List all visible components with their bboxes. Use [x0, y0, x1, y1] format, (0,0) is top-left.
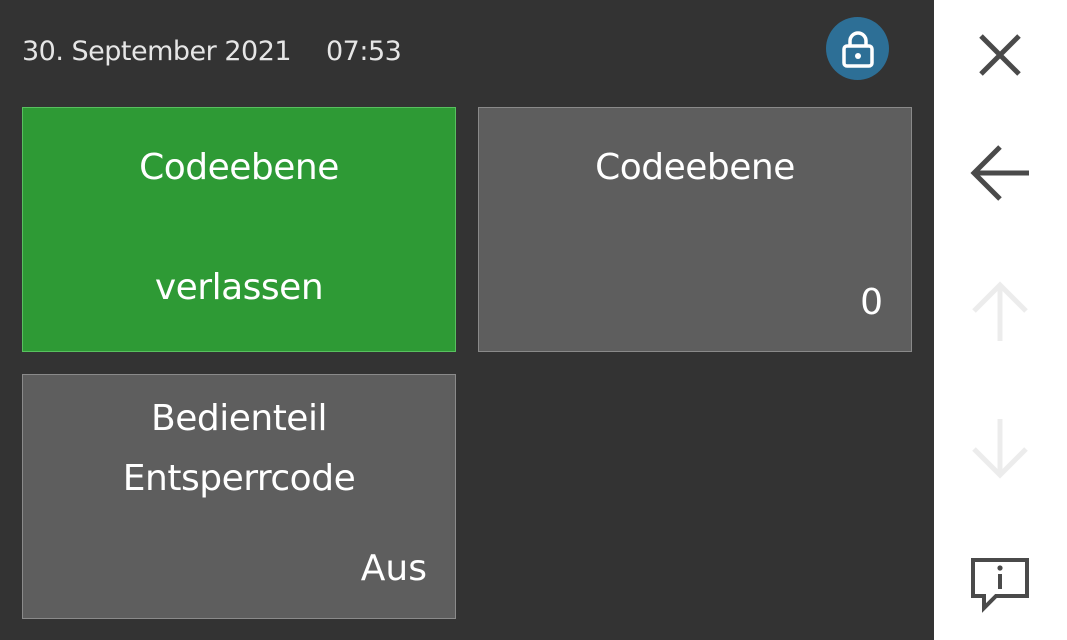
status-date: 30. September 2021	[22, 36, 292, 67]
tile-label-line2: verlassen	[154, 267, 324, 308]
sidebar	[934, 0, 1067, 640]
tile-label-line1: Bedienteil	[151, 398, 327, 439]
close-button[interactable]	[960, 15, 1040, 95]
screen: 30. September 2021 07:53 Codeebene verla…	[0, 0, 1067, 640]
tile-label-line1: Codeebene	[595, 147, 795, 188]
close-icon	[979, 34, 1021, 76]
lock-icon	[841, 30, 874, 68]
back-arrow-icon	[970, 145, 1029, 201]
status-time: 07:53	[326, 36, 402, 67]
main-panel: 30. September 2021 07:53 Codeebene verla…	[0, 0, 934, 640]
tile-value: 0	[860, 282, 883, 323]
down-button[interactable]	[960, 409, 1040, 489]
back-button[interactable]	[960, 133, 1040, 213]
tile-value: Aus	[360, 548, 427, 589]
arrow-up-icon	[972, 281, 1028, 341]
tile-leave-code-level[interactable]: Codeebene verlassen	[22, 107, 456, 352]
info-icon	[971, 558, 1029, 613]
tile-unlock-code[interactable]: Bedienteil Entsperrcode Aus	[22, 374, 456, 619]
arrow-down-icon	[972, 419, 1028, 479]
tile-label-line2: Entsperrcode	[122, 458, 356, 499]
lock-button[interactable]	[826, 17, 889, 80]
tile-label-line1: Codeebene	[139, 147, 339, 188]
tile-code-level[interactable]: Codeebene 0	[478, 107, 912, 352]
info-button[interactable]	[960, 545, 1040, 625]
up-button[interactable]	[960, 271, 1040, 351]
